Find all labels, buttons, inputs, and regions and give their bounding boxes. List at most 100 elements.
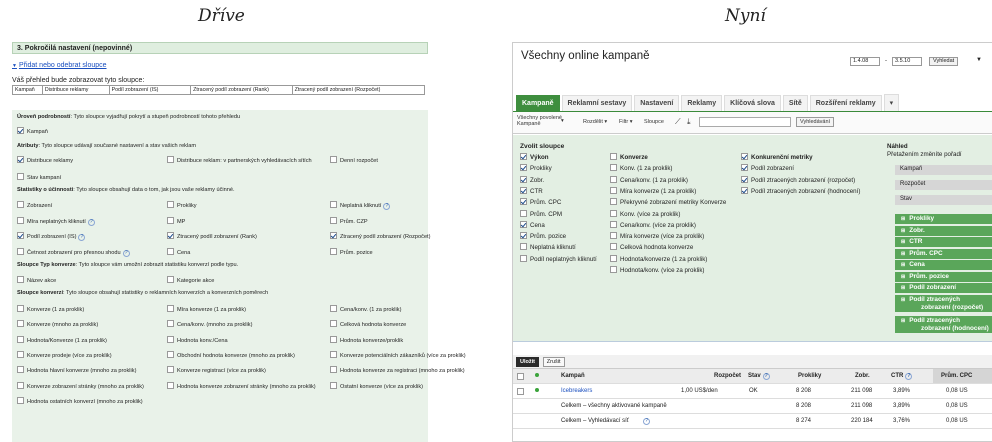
tab-5[interactable]: Sítě bbox=[782, 95, 808, 111]
search-button[interactable]: Vyhledat bbox=[929, 57, 959, 66]
dropdown-arrow-icon[interactable]: ▼ bbox=[976, 57, 982, 63]
checkbox[interactable] bbox=[520, 209, 527, 217]
column-option-col2[interactable]: Hodnota/konv. (více za proklik) bbox=[610, 266, 704, 274]
help-icon[interactable]: ? bbox=[122, 249, 130, 257]
column-option-col1[interactable]: Prům. CPC bbox=[520, 198, 561, 206]
column-option-col2[interactable]: Konv. (více za proklik) bbox=[610, 209, 680, 218]
row-checkbox[interactable] bbox=[517, 388, 527, 396]
option-perf_items[interactable]: Neplatná kliknutí? bbox=[330, 201, 391, 210]
help-icon[interactable]: ? bbox=[78, 234, 86, 241]
column-option-col3[interactable]: Podíl ztracených zobrazení (hodnocení) bbox=[741, 186, 860, 195]
column-option-col2[interactable]: Míra konverze (1 za proklik) bbox=[610, 186, 696, 195]
checkbox[interactable] bbox=[17, 232, 24, 239]
tab-2[interactable]: Nastavení bbox=[634, 95, 680, 111]
checkbox[interactable] bbox=[167, 381, 174, 389]
option-conv_items[interactable]: Hodnota konv./Cena bbox=[167, 335, 228, 344]
tab-0[interactable]: Kampaně bbox=[516, 95, 560, 111]
option-conv_items[interactable]: Obchodní hodnota konverze (mnoho za prok… bbox=[167, 350, 295, 359]
option-conv_items[interactable]: Míra konverze (1 za proklik) bbox=[167, 305, 246, 313]
column-option-col1[interactable]: Prokliky bbox=[520, 164, 552, 172]
cancel-button[interactable]: Zrušit bbox=[542, 357, 565, 367]
help-icon[interactable]: ? bbox=[643, 418, 650, 425]
option-level_items[interactable]: Kampaň bbox=[17, 127, 48, 135]
col-cpc-header[interactable]: Prům. CPC bbox=[933, 369, 992, 383]
col-ctr-header[interactable]: CTR? bbox=[891, 373, 913, 380]
checkbox[interactable] bbox=[330, 335, 337, 343]
checkbox[interactable] bbox=[610, 175, 617, 183]
checkbox[interactable] bbox=[17, 276, 24, 283]
preview-column-chip[interactable]: ⊞ CTR bbox=[895, 237, 992, 247]
checkbox[interactable] bbox=[520, 243, 527, 251]
option-conv_items[interactable]: Celková hodnota konverze bbox=[330, 320, 406, 328]
checkbox[interactable] bbox=[610, 243, 617, 251]
preview-column-chip[interactable]: ⊞ Zobr. bbox=[895, 225, 992, 236]
column-option-col1[interactable]: Prům. pozice bbox=[520, 232, 566, 240]
checkbox[interactable] bbox=[610, 266, 617, 273]
option-convtype_items[interactable]: Kategorie akce bbox=[167, 276, 214, 284]
checkbox[interactable] bbox=[610, 198, 617, 206]
preview-fixed-column[interactable]: Kampaň bbox=[895, 165, 992, 175]
preview-column-chip[interactable]: ⊞ Cena bbox=[895, 260, 992, 270]
checkbox[interactable] bbox=[167, 276, 174, 283]
col-status-header[interactable]: Stav? bbox=[748, 373, 770, 380]
column-option-col3[interactable]: Podíl ztracených zobrazení (rozpočet) bbox=[741, 175, 855, 184]
col-clicks-header[interactable]: Prokliky bbox=[798, 373, 821, 379]
checkbox[interactable] bbox=[167, 247, 174, 255]
column-option-col2[interactable]: Konverze bbox=[610, 153, 648, 161]
option-conv_items[interactable]: Hodnota hlavní konverze (mnoho za prokli… bbox=[17, 366, 136, 374]
checkbox[interactable] bbox=[167, 156, 174, 163]
option-convtype_items[interactable]: Název akce bbox=[17, 276, 56, 284]
column-option-col2[interactable]: Překryvné zobrazení metriky Konverze bbox=[610, 198, 726, 206]
column-option-col2[interactable]: Hodnota/konverze (1 za proklik) bbox=[610, 254, 707, 263]
tab-1[interactable]: Reklamní sestavy bbox=[561, 95, 633, 111]
checkbox[interactable] bbox=[17, 247, 24, 255]
preview-column-chip[interactable]: ⊞ Podíl ztracených zobrazení (hodnocení) bbox=[895, 315, 992, 333]
option-conv_items[interactable]: Konverze prodeje (více za proklik) bbox=[17, 350, 112, 359]
preview-column-chip[interactable]: ⊞ Prům. pozice bbox=[895, 271, 992, 282]
checkbox[interactable] bbox=[520, 232, 527, 240]
column-option-col1[interactable]: CTR bbox=[520, 186, 543, 195]
option-conv_items[interactable]: Hodnota/Konverze (1 za proklik) bbox=[17, 335, 107, 344]
column-option-col2[interactable]: Celková hodnota konverze bbox=[610, 243, 693, 251]
checkbox[interactable] bbox=[17, 173, 24, 180]
checkbox[interactable] bbox=[610, 164, 617, 172]
option-conv_items[interactable]: Konverze potenciálních zákazníků (více z… bbox=[330, 350, 466, 359]
checkbox[interactable] bbox=[167, 350, 174, 358]
option-attr_items[interactable]: Distribuce reklam: v partnerských vyhled… bbox=[167, 156, 312, 164]
checkbox[interactable] bbox=[520, 254, 527, 262]
checkbox[interactable] bbox=[330, 156, 337, 163]
column-option-col1[interactable]: Neplatná kliknutí bbox=[520, 243, 576, 251]
column-option-col2[interactable]: Cena/konv. (více za proklik) bbox=[610, 220, 696, 229]
column-option-col2[interactable]: Míra konverze (více za proklik) bbox=[610, 232, 704, 240]
option-perf_items[interactable]: Prům. pozice bbox=[330, 247, 373, 256]
option-conv_items[interactable]: Hodnota konverze zobrazení stránky (mnoh… bbox=[167, 381, 316, 390]
option-perf_items[interactable]: Cena bbox=[167, 247, 190, 256]
select-all-checkbox[interactable] bbox=[517, 373, 527, 381]
checkbox[interactable] bbox=[610, 186, 617, 194]
checkbox[interactable] bbox=[520, 198, 527, 206]
checkbox[interactable] bbox=[17, 201, 24, 208]
checkbox[interactable] bbox=[330, 381, 337, 389]
checkbox[interactable] bbox=[741, 164, 748, 172]
preview-column-chip[interactable]: ⊞ Prům. CPC bbox=[895, 248, 992, 259]
checkbox[interactable] bbox=[17, 335, 24, 343]
preview-column-chip[interactable]: ⊞ Prokliky bbox=[895, 214, 992, 224]
column-option-col1[interactable]: Prům. CPM bbox=[520, 209, 562, 218]
checkbox[interactable] bbox=[520, 153, 527, 160]
column-option-col1[interactable]: Cena bbox=[520, 220, 545, 229]
checkbox[interactable] bbox=[330, 366, 337, 374]
checkbox[interactable] bbox=[167, 232, 174, 239]
option-conv_items[interactable]: Ostatní konverze (více za proklik) bbox=[330, 381, 423, 390]
option-conv_items[interactable]: Cena/konv. (1 za proklik) bbox=[330, 305, 401, 313]
option-conv_items[interactable]: Konverze (1 za proklik) bbox=[17, 305, 84, 313]
option-attr_items[interactable]: Denní rozpočet bbox=[330, 156, 378, 164]
filter-button[interactable]: Filtr ▾ bbox=[619, 119, 632, 125]
checkbox[interactable] bbox=[17, 381, 24, 389]
option-conv_items[interactable]: Hodnota konverze za registraci (mnoho za… bbox=[330, 366, 465, 374]
checkbox[interactable] bbox=[167, 335, 174, 343]
preview-fixed-column[interactable]: Stav bbox=[895, 195, 992, 205]
checkbox[interactable] bbox=[167, 216, 174, 224]
tab-more-dropdown[interactable]: ▾ bbox=[883, 94, 900, 111]
column-option-col3[interactable]: Konkurenční metriky bbox=[741, 153, 813, 161]
checkbox[interactable] bbox=[610, 220, 617, 228]
